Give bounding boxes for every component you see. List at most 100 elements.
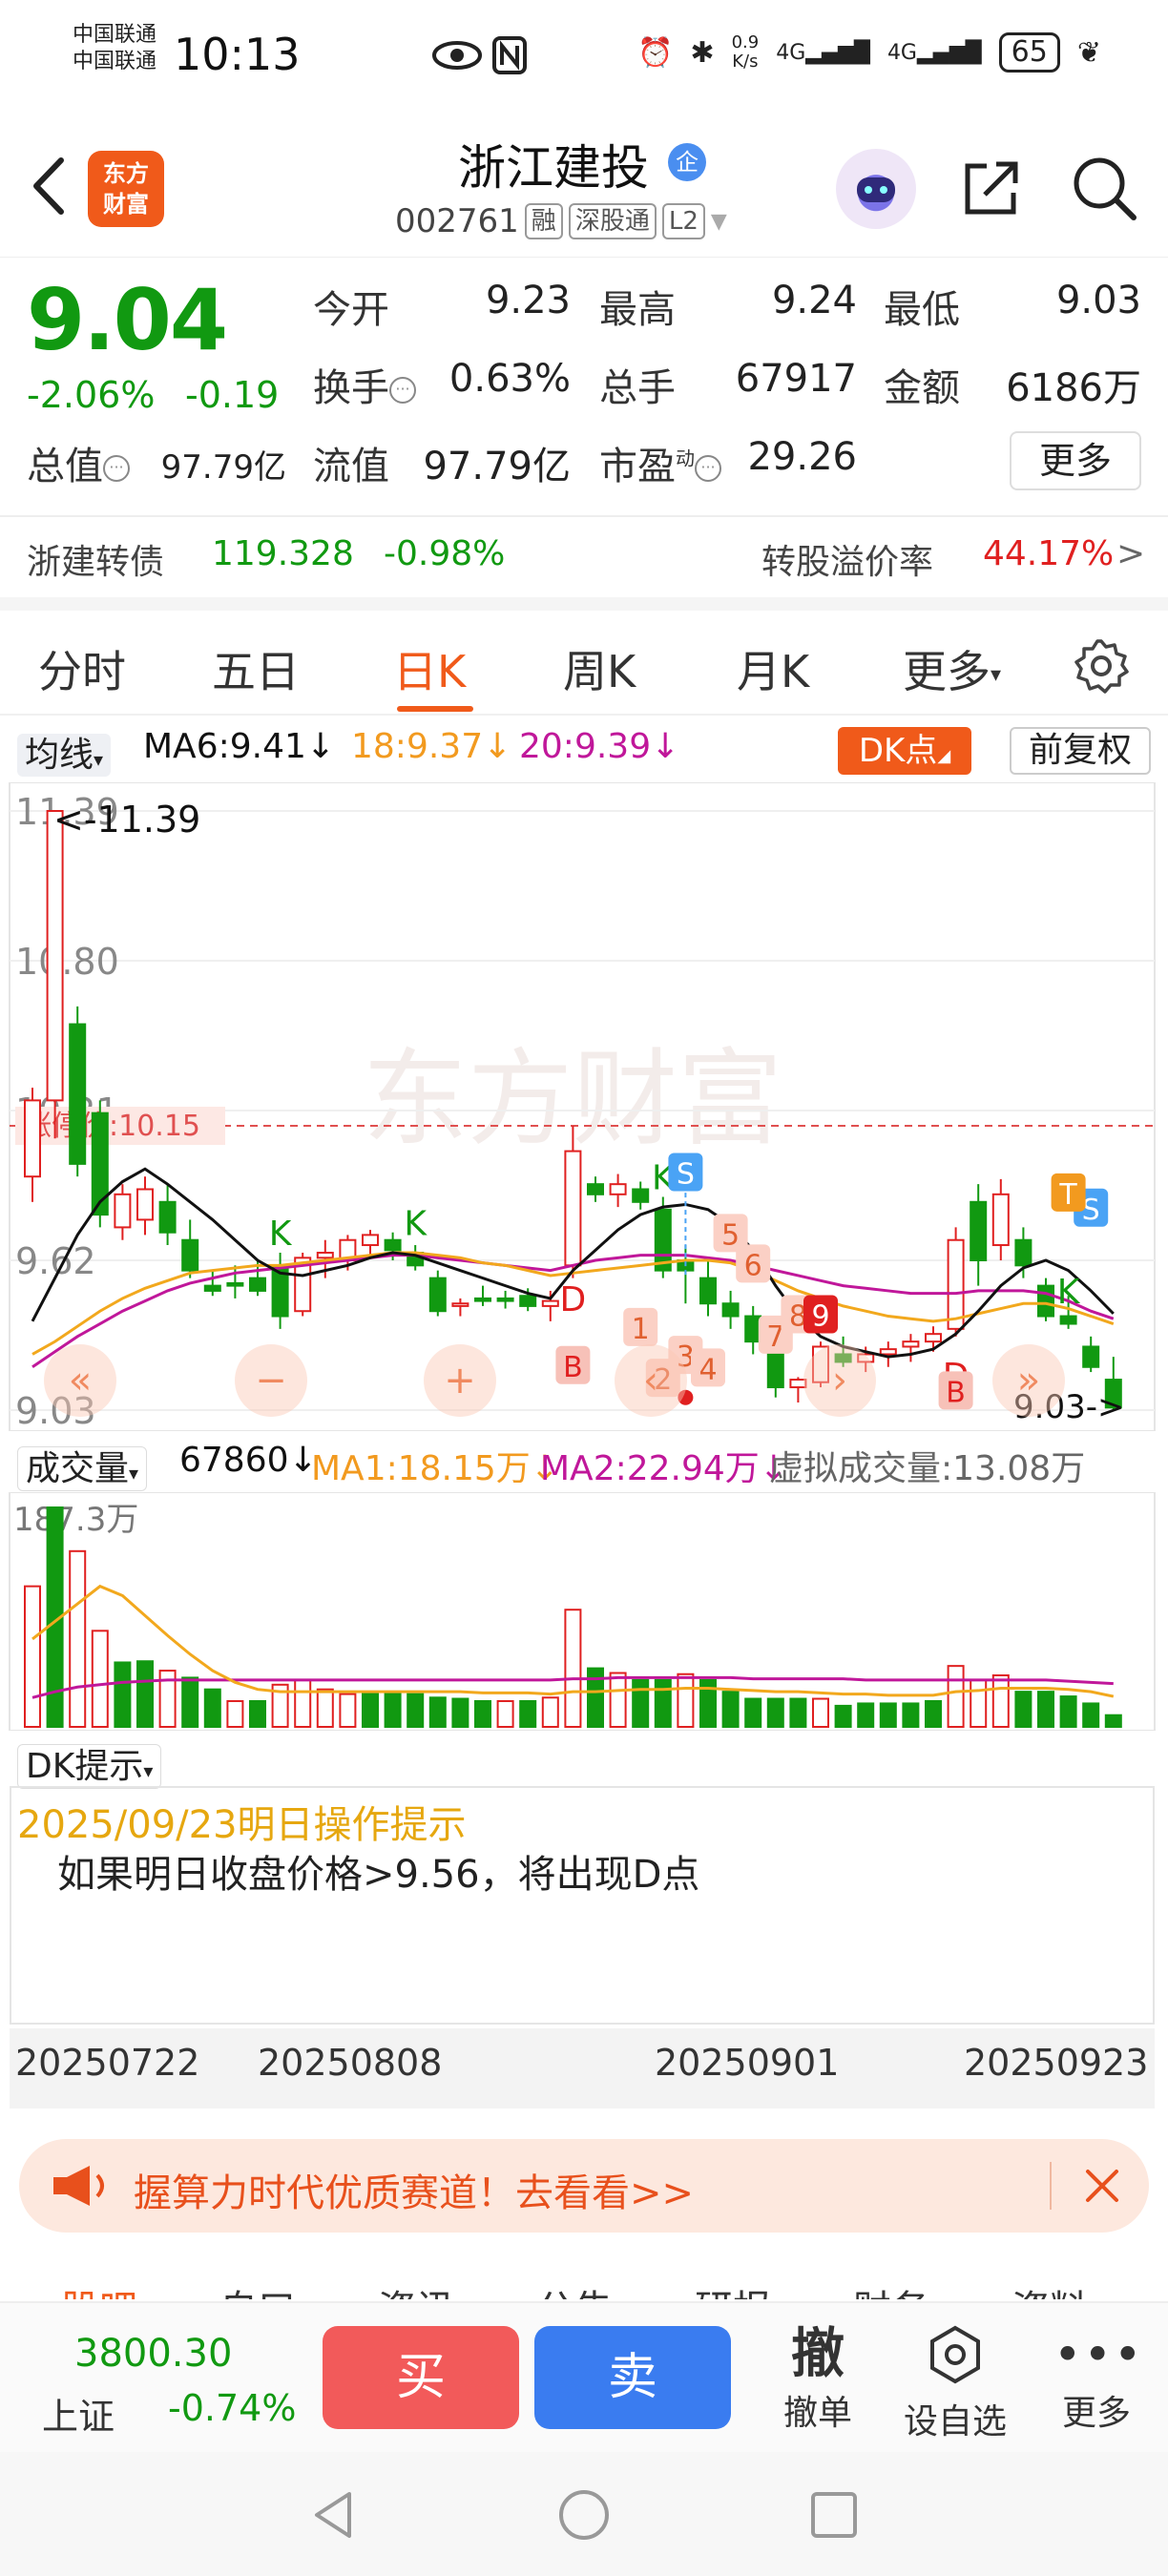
tab-daily-k[interactable]: 日K — [393, 637, 466, 700]
candle-body — [766, 1353, 784, 1389]
low-value: 9.03 — [1055, 279, 1141, 322]
tab-weekly-k[interactable]: 周K — [563, 637, 636, 700]
turnover-label: 换手 ··· — [313, 357, 416, 412]
back-nav-icon[interactable] — [307, 2488, 361, 2542]
quote-more-button[interactable]: 更多 — [1010, 431, 1141, 490]
high-marker: <-11.39 — [53, 799, 200, 841]
ma-selector[interactable]: 均线▾ — [17, 727, 112, 777]
section-gap — [0, 597, 1168, 611]
chart-control-button[interactable]: − — [235, 1344, 307, 1417]
candle-body — [451, 1302, 469, 1307]
bottom-more-button[interactable]: ••• 更多 — [1053, 2324, 1141, 2435]
premium-label[interactable]: 转股溢价率 — [761, 534, 933, 584]
gear-icon[interactable] — [1073, 637, 1130, 695]
candle — [789, 1377, 807, 1403]
index-name[interactable]: 上证 — [42, 2387, 115, 2440]
tab-five-day[interactable]: 五日 — [212, 637, 300, 700]
info-icon[interactable]: ··· — [103, 455, 130, 482]
tab-more[interactable]: 更多▾ — [903, 637, 1001, 700]
chart-control-button[interactable]: › — [803, 1344, 876, 1417]
candle-body — [384, 1238, 402, 1252]
brand-logo[interactable]: 东方 财富 — [88, 151, 164, 227]
volume-bar — [947, 1665, 965, 1728]
adjust-button[interactable]: 前复权 — [1010, 727, 1151, 775]
section-tab[interactable]: 自口 — [219, 2278, 296, 2299]
volume-bar — [181, 1676, 199, 1728]
info-icon[interactable]: ··· — [389, 377, 416, 404]
volume-bar — [519, 1699, 537, 1728]
section-tab[interactable]: 股吧 — [61, 2278, 137, 2299]
volume-bar — [632, 1678, 650, 1728]
chart-control-button[interactable]: « — [44, 1344, 116, 1417]
back-icon[interactable] — [27, 153, 73, 219]
volume-bar — [69, 1549, 87, 1728]
control-icon: ‹ — [643, 1359, 658, 1402]
count-marker: 6 — [744, 1249, 762, 1282]
info-icon[interactable]: ··· — [695, 455, 721, 482]
stock-name: 浙江建投 — [458, 140, 649, 196]
dk-tip-selector[interactable]: DK提示▾ — [17, 1738, 162, 1789]
sell-button[interactable]: 卖 — [534, 2326, 731, 2429]
volume-bar — [587, 1667, 604, 1729]
section-tab[interactable]: 研报 — [695, 2278, 771, 2299]
volume-bar — [744, 1697, 762, 1728]
candle-body — [991, 1193, 1010, 1247]
stock-code-row[interactable]: 002761 融 深股通 L2 ▼ — [395, 202, 727, 240]
candle — [766, 1346, 784, 1398]
candle — [69, 1006, 87, 1177]
index-value[interactable]: 3800.30 — [74, 2332, 232, 2376]
section-tab[interactable]: 资料 — [1012, 2278, 1088, 2299]
search-icon[interactable] — [1067, 151, 1139, 223]
candle-body — [902, 1340, 920, 1348]
volume-bar — [1014, 1691, 1032, 1728]
buy-button[interactable]: 买 — [323, 2326, 519, 2429]
bluetooth-icon: ✱ — [690, 35, 715, 70]
last-price: 9.04 — [27, 271, 228, 369]
section-tab[interactable]: 资讯 — [378, 2278, 454, 2299]
tab-minute[interactable]: 分时 — [38, 637, 126, 700]
volume-bar — [1104, 1714, 1122, 1728]
volume-ma1-text: MA1:18.15万 — [311, 1449, 531, 1488]
promo-banner[interactable]: 握算力时代优质赛道！去看看>> — [19, 2139, 1149, 2233]
change-percent: -2.06% — [27, 374, 156, 416]
candle-body — [587, 1183, 604, 1195]
add-watchlist-button[interactable]: 设自选 — [903, 2324, 1008, 2443]
active-tab-indicator — [397, 706, 473, 712]
candle — [46, 810, 64, 1139]
volume-selector[interactable]: 成交量▾ — [17, 1441, 148, 1491]
cancel-order-button[interactable]: 撤 撤单 — [775, 2324, 861, 2435]
candlestick-chart[interactable]: 东方财富 11.3910.8010.219.629.03 涨停价:10.15 <… — [0, 782, 1168, 1431]
megaphone-icon — [53, 2166, 104, 2206]
candle-body — [564, 1150, 582, 1267]
chart-control-button[interactable]: » — [992, 1344, 1065, 1417]
chart-control-button[interactable]: + — [424, 1344, 496, 1417]
section-tab[interactable]: 财务 — [853, 2278, 929, 2299]
candle-body — [249, 1277, 266, 1292]
candle — [970, 1184, 988, 1286]
volume-bar — [857, 1702, 875, 1729]
premium-arrow[interactable]: > — [1116, 534, 1145, 573]
candle-body — [721, 1302, 740, 1318]
total-cap-label: 总值 ··· — [27, 435, 130, 490]
battery-icon: 65 — [998, 32, 1060, 73]
tab-monthly-k[interactable]: 月K — [737, 637, 809, 700]
volume-bar — [654, 1678, 672, 1728]
candle-body — [114, 1193, 132, 1229]
candle — [632, 1181, 650, 1210]
dk-point-button[interactable]: DK点◢ — [838, 727, 971, 775]
convertible-name[interactable]: 浙建转债 — [27, 534, 164, 584]
count-marker: 4 — [699, 1353, 717, 1386]
volume-chart[interactable]: 187.3万 — [0, 1492, 1168, 1731]
chart-control-button[interactable]: ‹ — [615, 1344, 687, 1417]
close-icon[interactable] — [1078, 2162, 1126, 2210]
control-icon: − — [255, 1359, 287, 1402]
share-icon[interactable] — [958, 155, 1025, 221]
ma20-value: 20:9.39↓ — [519, 727, 680, 766]
ai-assistant-avatar[interactable] — [836, 149, 916, 229]
tab-more-label: 更多 — [903, 646, 991, 697]
turnover-value: 0.63% — [448, 357, 571, 401]
recents-nav-icon[interactable] — [807, 2488, 861, 2542]
home-nav-icon[interactable] — [557, 2488, 611, 2542]
section-tab[interactable]: 公告 — [536, 2278, 613, 2299]
volume-bar — [1059, 1695, 1077, 1729]
